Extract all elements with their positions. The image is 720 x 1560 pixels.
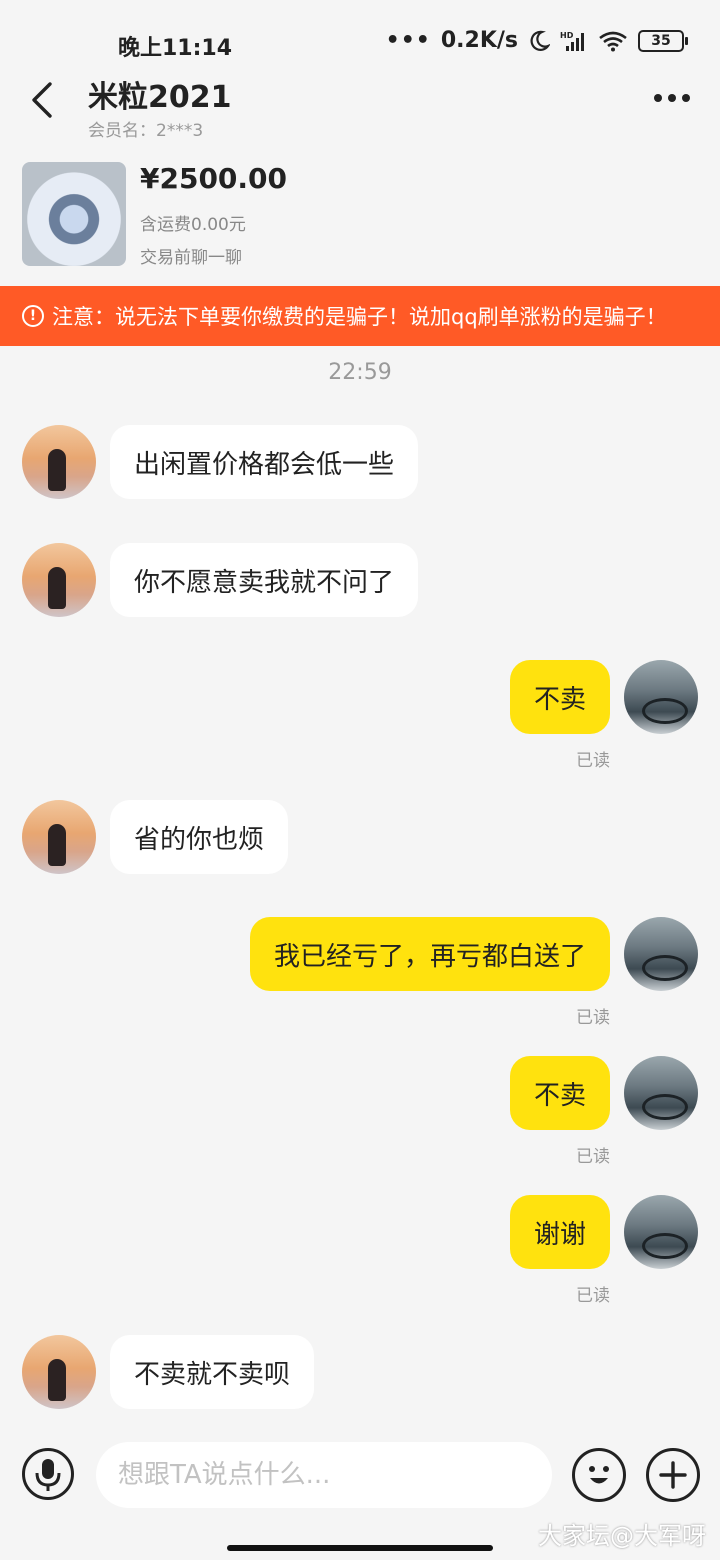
plus-icon	[659, 1461, 687, 1489]
contact-avatar[interactable]	[22, 800, 96, 874]
chat-header: 米粒2021 会员名：2***3	[0, 62, 720, 146]
message-bubble[interactable]: 谢谢	[509, 1195, 610, 1269]
read-status: 已读	[576, 1286, 610, 1306]
back-arrow-icon[interactable]	[26, 80, 58, 120]
product-price: ¥2500.00	[140, 162, 288, 195]
warning-icon: !	[22, 305, 44, 327]
product-card[interactable]: ¥2500.00 含运费0.00元 交易前聊一聊	[0, 150, 720, 282]
battery-icon: 35	[638, 29, 688, 52]
prechat-note: 交易前聊一聊	[140, 248, 242, 268]
my-avatar[interactable]	[624, 660, 698, 734]
read-status: 已读	[576, 1008, 610, 1028]
warning-text: 注意：说无法下单要你缴费的是骗子！说加qq刷单涨粉的是骗子！	[52, 305, 667, 329]
wifi-icon	[599, 31, 627, 51]
my-avatar[interactable]	[624, 1056, 698, 1130]
message-input[interactable]	[96, 1442, 552, 1508]
status-indicators: ••• 0.2K/s HD 35	[385, 28, 688, 53]
read-status: 已读	[576, 1147, 610, 1167]
contact-avatar[interactable]	[22, 425, 96, 499]
message-bubble[interactable]: 你不愿意卖我就不问了	[110, 543, 419, 617]
member-name: 会员名：2***3	[88, 121, 204, 141]
message-bubble[interactable]: 省的你也烦	[110, 800, 289, 874]
my-avatar[interactable]	[624, 917, 698, 991]
signal-icon: HD	[560, 31, 584, 51]
my-avatar[interactable]	[624, 1195, 698, 1269]
message-bubble[interactable]: 不卖	[509, 1056, 610, 1130]
shipping-fee: 含运费0.00元	[140, 215, 246, 235]
watermark: 大家坛@大军呀	[538, 1522, 706, 1550]
svg-text:HD: HD	[560, 31, 574, 40]
network-speed: 0.2K/s	[440, 28, 518, 53]
voice-button[interactable]	[22, 1448, 74, 1500]
home-indicator[interactable]	[227, 1545, 493, 1551]
moon-icon	[530, 30, 550, 51]
more-actions-button[interactable]	[646, 1448, 700, 1502]
product-thumbnail[interactable]	[22, 162, 126, 266]
message-bubble[interactable]: 出闲置价格都会低一些	[110, 425, 419, 499]
more-options-icon[interactable]	[652, 92, 692, 104]
contact-name: 米粒2021	[88, 80, 232, 115]
emoji-button[interactable]	[572, 1448, 626, 1502]
message-bubble[interactable]: 不卖就不卖呗	[110, 1335, 315, 1409]
scam-warning-banner: ! 注意：说无法下单要你缴费的是骗子！说加qq刷单涨粉的是骗子！	[0, 286, 720, 346]
input-bar	[0, 1432, 720, 1520]
more-notifications-icon: •••	[385, 28, 431, 53]
message-bubble[interactable]: 我已经亏了，再亏都白送了	[249, 917, 610, 991]
contact-avatar[interactable]	[22, 543, 96, 617]
message-bubble[interactable]: 不卖	[509, 660, 610, 734]
status-time: 晚上11:14	[118, 36, 233, 61]
contact-avatar[interactable]	[22, 1335, 96, 1409]
microphone-icon	[35, 1459, 61, 1491]
emoji-icon	[589, 1466, 609, 1484]
read-status: 已读	[576, 751, 610, 771]
time-separator: 22:59	[328, 360, 392, 385]
